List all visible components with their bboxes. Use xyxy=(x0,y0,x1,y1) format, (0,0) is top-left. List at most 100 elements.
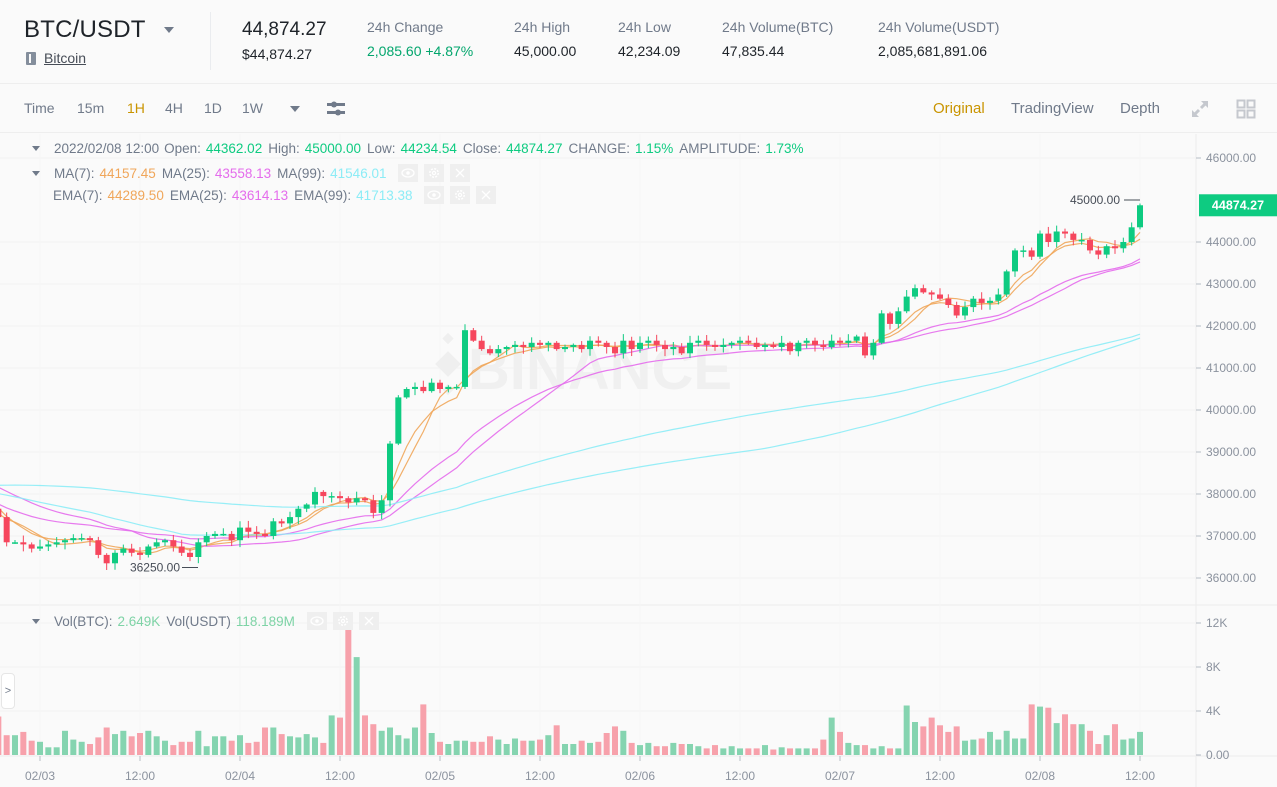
candle-body xyxy=(728,342,735,345)
pair-dropdown-caret-icon[interactable] xyxy=(164,27,174,33)
volume-bar xyxy=(670,742,677,755)
ema-close-icon[interactable] xyxy=(476,186,497,204)
candle xyxy=(795,340,802,357)
close-value: 44874.27 xyxy=(506,141,563,156)
interval-1d[interactable]: 1D xyxy=(204,100,222,116)
candle xyxy=(937,288,943,301)
view-original[interactable]: Original xyxy=(933,100,985,117)
stat-24h-volume-usdt: 24h Volume(USDT) 2,085,681,891.06 xyxy=(878,19,999,59)
candle-body xyxy=(1053,231,1060,242)
stat-24h-high: 24h High 45,000.00 xyxy=(514,19,576,59)
candle-body xyxy=(912,288,918,297)
candle-body xyxy=(628,340,635,350)
side-panel-toggle-chevron-icon[interactable]: > xyxy=(1,673,15,709)
ma-settings-gear-icon[interactable] xyxy=(424,164,445,182)
candle-body xyxy=(812,340,818,345)
candle xyxy=(878,310,885,345)
volume-bar xyxy=(1120,739,1127,755)
candle xyxy=(1120,237,1127,253)
interval-4h[interactable]: 4H xyxy=(165,100,183,116)
interval-1h[interactable]: 1H xyxy=(127,100,145,116)
volume-bar xyxy=(412,727,418,755)
ohlc-legend: 2022/02/08 12:00 Open: 44362.02 High: 45… xyxy=(32,141,810,156)
stat-value: 2,085,681,891.06 xyxy=(878,43,987,59)
volume-bar xyxy=(103,727,110,755)
collapse-caret-icon[interactable] xyxy=(32,170,40,176)
ma-visibility-eye-icon[interactable] xyxy=(398,164,419,182)
coin-info-link[interactable]: Bitcoin xyxy=(26,50,86,66)
vol-settings-gear-icon[interactable] xyxy=(332,612,353,630)
volume-bar xyxy=(28,740,35,755)
candle-body xyxy=(670,347,677,350)
candle xyxy=(1053,225,1060,248)
stat-label: 24h Volume(BTC) xyxy=(722,19,834,35)
candle-body xyxy=(395,397,402,444)
volume-bar xyxy=(678,744,685,755)
volume-bar xyxy=(428,733,435,755)
more-intervals-caret-icon[interactable] xyxy=(290,106,300,112)
volume-bar xyxy=(828,717,835,755)
candle-body xyxy=(1012,250,1018,272)
fullscreen-expand-icon[interactable] xyxy=(1190,99,1210,119)
candle xyxy=(1012,248,1018,277)
candle xyxy=(387,440,393,507)
layout-grid-icon[interactable] xyxy=(1236,99,1256,119)
stat-24h-low: 24h Low 42,234.09 xyxy=(618,19,680,59)
volume-bar xyxy=(537,739,543,755)
interval-1w[interactable]: 1W xyxy=(242,100,263,116)
volume-bar xyxy=(153,736,160,755)
candle-body xyxy=(887,313,893,324)
candle-body xyxy=(895,311,902,324)
max-price-marker-label: 45000.00 xyxy=(1070,193,1120,207)
volume-bar xyxy=(1062,714,1068,755)
open-value: 44362.02 xyxy=(205,141,263,156)
candle xyxy=(337,491,343,503)
candle xyxy=(278,518,285,527)
min-price-marker-label: 36250.00 xyxy=(130,561,180,575)
ema-settings-gear-icon[interactable] xyxy=(450,186,471,204)
ema-visibility-eye-icon[interactable] xyxy=(424,186,445,204)
candle-body xyxy=(528,342,535,347)
vol-visibility-eye-icon[interactable] xyxy=(306,612,327,630)
candle-body xyxy=(187,552,193,557)
volume-bar xyxy=(645,742,652,755)
vol-usdt-label: Vol(USDT) xyxy=(166,613,231,629)
candle-body xyxy=(578,344,585,350)
volume-bar xyxy=(612,726,618,755)
candle-body xyxy=(178,546,185,553)
interval-time[interactable]: Time xyxy=(24,100,55,116)
candle-body xyxy=(970,298,977,308)
candle xyxy=(78,533,85,542)
candle-body xyxy=(553,342,560,350)
view-depth[interactable]: Depth xyxy=(1120,100,1160,117)
candle xyxy=(787,341,793,355)
candle-body xyxy=(203,536,210,543)
kline-chart[interactable]: BINANCE 46000.00 44000.00 43000.00 42000.00… xyxy=(0,134,1277,787)
ma-close-icon[interactable] xyxy=(450,164,471,182)
candle xyxy=(920,284,927,294)
interval-15m[interactable]: 15m xyxy=(77,100,104,116)
candle-body xyxy=(1087,239,1093,251)
collapse-caret-icon[interactable] xyxy=(32,618,40,624)
collapse-caret-icon[interactable] xyxy=(32,146,40,151)
view-tradingview[interactable]: TradingView xyxy=(1011,100,1094,117)
candle xyxy=(87,535,93,547)
volume-bar xyxy=(278,734,285,755)
pair-title[interactable]: BTC/USDT xyxy=(24,16,146,44)
volume-bar xyxy=(3,735,10,755)
vol-close-icon[interactable] xyxy=(358,612,379,630)
coin-name-link[interactable]: Bitcoin xyxy=(44,50,86,66)
volume-bar xyxy=(603,733,610,755)
volume-bar xyxy=(420,704,427,755)
volume-bar xyxy=(120,730,127,755)
candle xyxy=(928,290,935,301)
candle-body xyxy=(1020,250,1027,252)
candle-body xyxy=(1103,246,1110,255)
kline-chart-svg[interactable]: BINANCE 46000.0044000.0043000.0042000.00… xyxy=(0,134,1277,787)
candle-body xyxy=(78,538,85,540)
volume-bars xyxy=(0,619,1143,755)
indicator-settings-icon[interactable] xyxy=(326,99,346,119)
candle-body xyxy=(228,533,235,541)
price-tick-label: 41000.00 xyxy=(1206,361,1256,375)
candle xyxy=(887,311,893,330)
